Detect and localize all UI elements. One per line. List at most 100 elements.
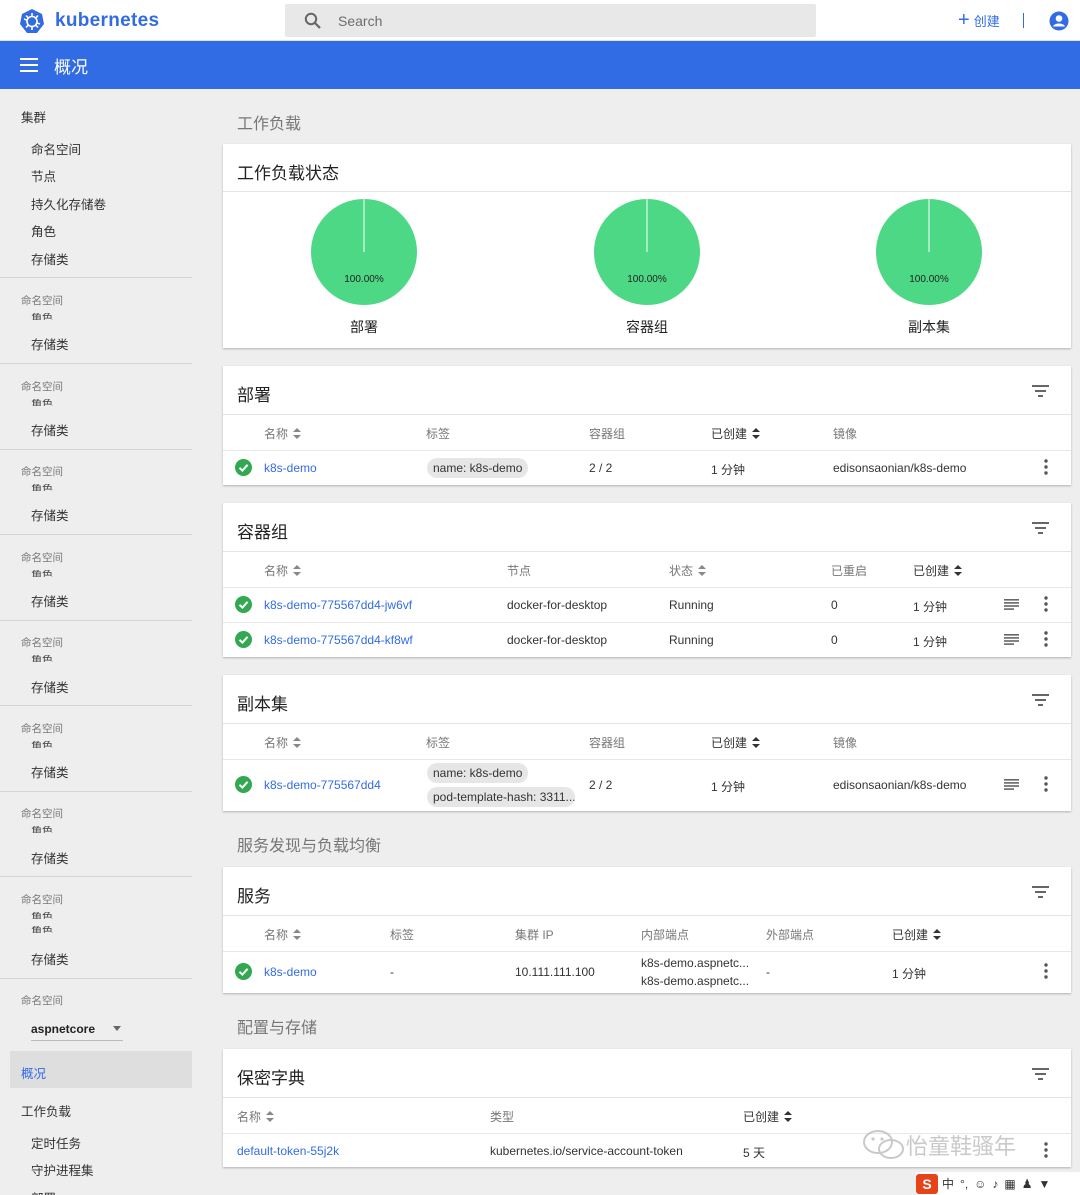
column-header-name[interactable]: 名称: [264, 926, 302, 943]
more-vert-icon[interactable]: [1042, 459, 1050, 475]
column-header-name[interactable]: 名称: [264, 734, 302, 751]
column-header-restarts: 已重启: [831, 562, 867, 579]
pod-name-link[interactable]: k8s-demo-775567dd4-jw6vf: [264, 598, 412, 612]
emoji-icon[interactable]: ☺: [974, 1177, 986, 1191]
pie-label: 部署: [350, 319, 378, 335]
card-title: 服务: [237, 887, 271, 906]
card-divider: [223, 915, 1071, 916]
sidebar-item-cronjobs[interactable]: 定时任务: [0, 1133, 81, 1152]
sidebar-section-cluster[interactable]: 集群: [0, 107, 46, 126]
more-vert-icon[interactable]: [1042, 1142, 1050, 1158]
sort-icon: [293, 428, 302, 439]
column-header-status[interactable]: 状态: [669, 562, 707, 579]
column-header-created[interactable]: 已创建: [711, 734, 761, 751]
column-header-created[interactable]: 已创建: [913, 562, 963, 579]
search-bar[interactable]: [285, 4, 816, 37]
sidebar-divider: [0, 363, 192, 364]
ime-toolbar[interactable]: S 中 °, ☺ ♪ ▦ ♟ ▼: [916, 1172, 1080, 1195]
sidebar-item-nodes[interactable]: 节点: [0, 166, 56, 185]
ime-mode[interactable]: 中: [942, 1175, 954, 1192]
sidebar-item-roles-cut[interactable]: 角色: [0, 826, 53, 833]
sidebar-item-storage-classes[interactable]: 存储类: [0, 249, 69, 268]
sidebar-item-persistent-volumes[interactable]: 持久化存储卷: [0, 194, 106, 213]
sidebar-item-roles-cut[interactable]: 角色: [0, 741, 53, 748]
deployment-image: edisonsaonian/k8s-demo: [833, 461, 967, 475]
column-header-label: 标签: [426, 736, 451, 750]
replicaset-name-link[interactable]: k8s-demo-775567dd4: [264, 778, 381, 792]
logs-icon[interactable]: [1004, 779, 1019, 790]
create-button[interactable]: + 创建: [958, 10, 1000, 30]
filter-icon[interactable]: [1032, 1068, 1049, 1080]
pie-chart: 100.00%: [311, 199, 417, 305]
sort-icon: [698, 565, 707, 576]
pod-node: docker-for-desktop: [507, 633, 608, 647]
sort-icon: [293, 737, 302, 748]
filter-icon[interactable]: [1032, 522, 1049, 534]
column-header-name[interactable]: 名称: [237, 1108, 275, 1125]
sidebar-divider: [0, 620, 192, 621]
column-header-created[interactable]: 已创建: [892, 926, 942, 943]
sidebar-item-roles-cut[interactable]: 角色: [0, 926, 53, 933]
column-header-created[interactable]: 已创建: [743, 1108, 793, 1125]
sidebar-item-storage-classes[interactable]: 存储类: [0, 848, 69, 867]
sidebar-item-storage-classes[interactable]: 存储类: [0, 334, 69, 353]
logs-icon[interactable]: [1004, 634, 1019, 645]
user-icon[interactable]: ♟: [1022, 1177, 1033, 1191]
more-vert-icon[interactable]: [1042, 776, 1050, 792]
filter-icon[interactable]: [1032, 694, 1049, 706]
punctuation-icon[interactable]: °,: [960, 1177, 968, 1191]
pod-name-link[interactable]: k8s-demo-775567dd4-kf8wf: [264, 633, 413, 647]
sidebar-item-roles-cut[interactable]: 角色: [0, 484, 53, 491]
namespace-select[interactable]: aspnetcore: [31, 1017, 123, 1041]
more-vert-icon[interactable]: [1042, 596, 1050, 612]
replicaset-pods: 2 / 2: [589, 778, 613, 792]
column-header-name[interactable]: 名称: [264, 425, 302, 442]
secret-name-link[interactable]: default-token-55j2k: [237, 1144, 339, 1158]
sidebar-item-roles-cut[interactable]: 角色: [0, 912, 53, 919]
sidebar-ns-label: 命名空间: [21, 295, 63, 307]
sidebar-item-storage-classes[interactable]: 存储类: [0, 505, 69, 524]
filter-icon[interactable]: [1032, 385, 1049, 397]
menu-icon[interactable]: [20, 58, 38, 72]
sidebar-item-roles-cut[interactable]: 角色: [0, 313, 53, 320]
search-input[interactable]: [338, 12, 738, 29]
pod-created: 1 分钟: [913, 635, 948, 649]
microphone-icon[interactable]: ♪: [992, 1177, 998, 1191]
sidebar-item-storage-classes[interactable]: 存储类: [0, 949, 69, 968]
column-header-label: 标签: [426, 427, 451, 441]
sidebar-section-workloads[interactable]: 工作负载: [0, 1101, 71, 1120]
sidebar-item-deployments[interactable]: 部署: [0, 1188, 56, 1195]
sidebar-item-daemonsets[interactable]: 守护进程集: [0, 1160, 94, 1179]
sort-icon: [933, 929, 942, 940]
account-icon[interactable]: [1049, 11, 1069, 31]
check-circle-icon: [235, 596, 252, 613]
sidebar-item-roles-cut[interactable]: 角色: [0, 655, 53, 662]
column-header-cluster-ip: 集群 IP: [515, 926, 554, 943]
caret-down-icon: [113, 1026, 121, 1031]
skin-icon[interactable]: ▼: [1039, 1177, 1051, 1191]
more-vert-icon[interactable]: [1042, 963, 1050, 979]
plus-icon: +: [958, 9, 970, 31]
sidebar-item-namespaces[interactable]: 命名空间: [0, 139, 81, 158]
column-header-images: 镜像: [833, 425, 857, 442]
sidebar-item-roles-cut[interactable]: 角色: [0, 570, 53, 577]
row-divider: [223, 587, 1071, 588]
filter-icon[interactable]: [1032, 886, 1049, 898]
service-name-link[interactable]: k8s-demo: [264, 965, 317, 979]
card-divider: [223, 191, 1071, 192]
sidebar-item-roles-cut[interactable]: 角色: [0, 399, 53, 406]
more-vert-icon[interactable]: [1042, 631, 1050, 647]
column-header-name[interactable]: 名称: [264, 562, 302, 579]
service-internal-endpoint: k8s-demo.aspnetc...: [641, 956, 750, 970]
sidebar-item-storage-classes[interactable]: 存储类: [0, 762, 69, 781]
sidebar-item-storage-classes[interactable]: 存储类: [0, 677, 69, 696]
sidebar-item-roles[interactable]: 角色: [0, 221, 56, 240]
deployment-name-link[interactable]: k8s-demo: [264, 461, 317, 475]
keyboard-icon[interactable]: ▦: [1004, 1177, 1015, 1191]
brand[interactable]: kubernetes: [19, 8, 159, 34]
logs-icon[interactable]: [1004, 599, 1019, 610]
sidebar-item-storage-classes[interactable]: 存储类: [0, 591, 69, 610]
column-header-created[interactable]: 已创建: [711, 425, 761, 442]
sidebar-item-storage-classes[interactable]: 存储类: [0, 420, 69, 439]
card-title: 保密字典: [237, 1069, 305, 1088]
